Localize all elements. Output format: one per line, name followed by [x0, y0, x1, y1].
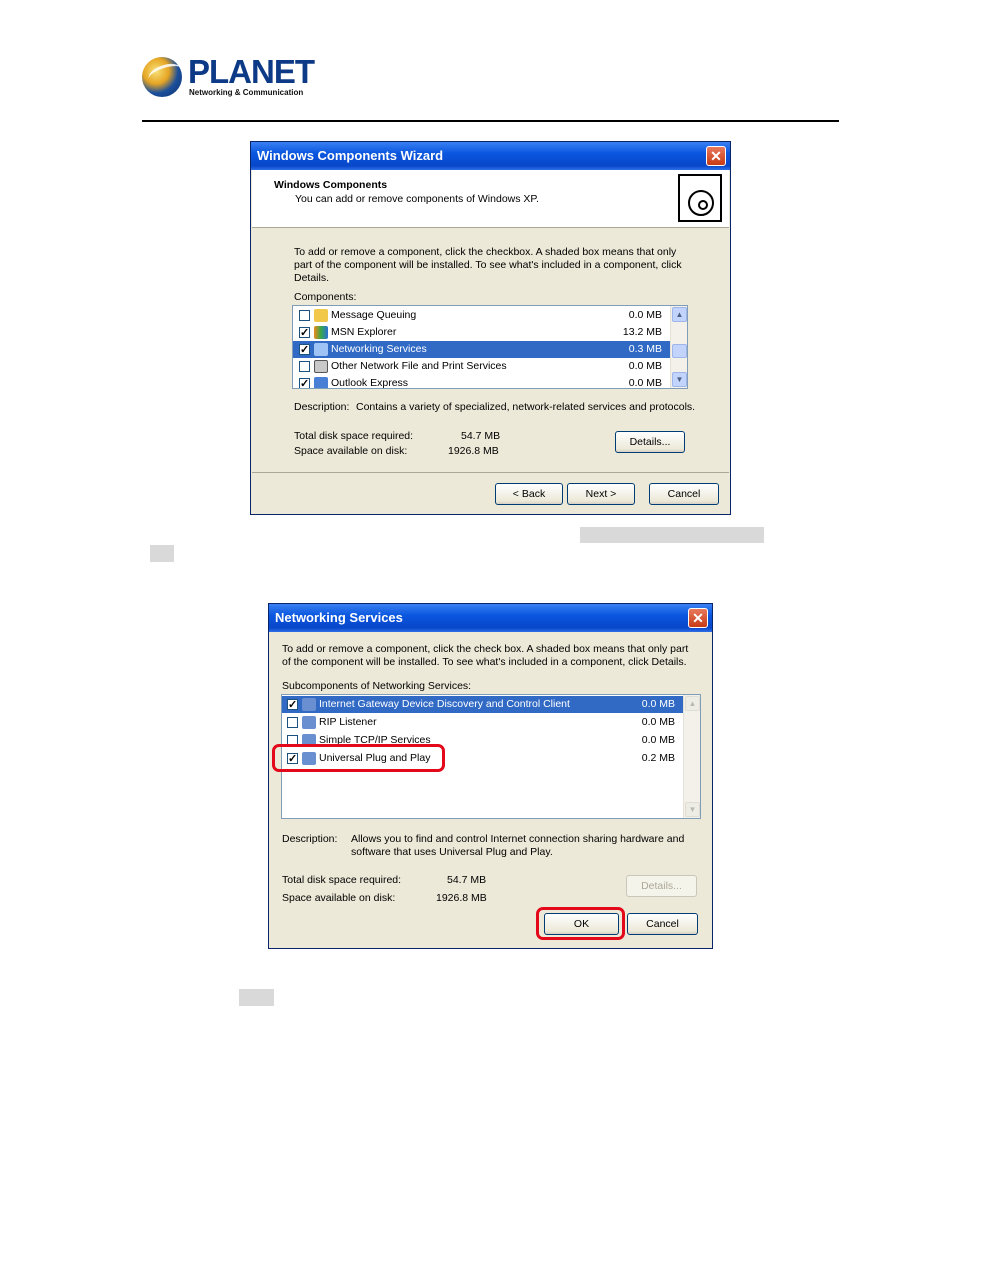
subcomponents-scrollbar[interactable]: ▲ ▼	[683, 695, 700, 818]
subcomponents-label: Subcomponents of Networking Services:	[282, 680, 472, 692]
subcomponent-checkbox[interactable]	[287, 697, 298, 714]
disk-available-label: Space available on disk:	[294, 445, 408, 457]
networking-instruction-line-1: To add or remove a component, click the …	[282, 643, 689, 655]
list-item[interactable]: Networking Services 0.3 MB	[293, 341, 670, 359]
cd-disc-icon	[688, 190, 714, 216]
component-checkbox[interactable]	[299, 376, 310, 388]
wizard-instruction-line-2: part of the component will be installed.…	[294, 259, 682, 271]
component-name: Message Queuing	[331, 309, 417, 321]
message-queuing-icon	[314, 309, 328, 322]
network-computer-icon	[302, 698, 316, 711]
brand-name: PLANET	[188, 53, 315, 90]
subcomponent-name: RIP Listener	[319, 716, 377, 728]
component-size: 0.0 MB	[628, 377, 662, 389]
redacted-text-block	[150, 545, 174, 562]
disk-available-value: 1926.8 MB	[448, 445, 499, 457]
disk-available-label: Space available on disk:	[282, 892, 396, 904]
networking-description-line-1: Allows you to find and control Internet …	[351, 833, 685, 845]
component-name: Outlook Express	[331, 377, 409, 389]
component-name: Other Network File and Print Services	[331, 360, 507, 372]
disk-required-value: 54.7 MB	[461, 430, 501, 442]
back-button[interactable]: < Back	[495, 483, 563, 505]
wizard-titlebar[interactable]: Windows Components Wizard ✕	[251, 142, 730, 170]
networking-services-dialog: Networking Services ✕ To add or remove a…	[268, 603, 713, 949]
network-computer-icon	[302, 716, 316, 729]
scroll-thumb[interactable]	[672, 344, 687, 358]
redacted-text-block	[239, 989, 274, 1006]
cancel-button[interactable]: Cancel	[649, 483, 719, 505]
component-checkbox[interactable]	[299, 310, 310, 321]
cancel-button[interactable]: Cancel	[627, 913, 698, 935]
components-list[interactable]: Message Queuing 0.0 MB MSN Explorer 13.2…	[292, 305, 688, 389]
components-label: Components:	[294, 291, 357, 303]
component-checkbox[interactable]	[299, 325, 310, 342]
networking-icon	[314, 343, 328, 356]
close-icon[interactable]: ✕	[706, 146, 726, 166]
wizard-button-divider	[252, 472, 729, 473]
planet-logo: PLANET Networking & Communication	[142, 53, 315, 101]
subcomponent-name: Internet Gateway Device Discovery and Co…	[319, 698, 570, 710]
component-name: MSN Explorer	[331, 326, 397, 338]
wizard-instruction-line-1: To add or remove a component, click the …	[294, 246, 677, 258]
list-item[interactable]: RIP Listener 0.0 MB	[282, 714, 683, 731]
msn-butterfly-icon	[314, 326, 328, 339]
subcomponent-size: 0.0 MB	[641, 734, 675, 746]
details-button[interactable]: Details...	[615, 431, 685, 453]
networking-description-line-2: software that uses Universal Plug and Pl…	[351, 846, 553, 858]
windows-components-wizard-dialog: Windows Components Wizard ✕ Windows Comp…	[250, 141, 731, 515]
component-name: Networking Services	[331, 343, 427, 355]
subcomponent-size: 0.0 MB	[641, 716, 675, 728]
networking-title: Networking Services	[275, 610, 403, 625]
networking-description-label: Description:	[282, 833, 338, 845]
highlight-universal-plug-and-play	[272, 744, 445, 772]
disk-required-value: 54.7 MB	[447, 874, 487, 886]
wizard-description: Contains a variety of specialized, netwo…	[356, 401, 696, 413]
scroll-up-icon[interactable]: ▲	[685, 696, 700, 711]
subcomponent-size: 0.0 MB	[641, 698, 675, 710]
components-scrollbar[interactable]: ▲ ▼	[670, 306, 687, 388]
disk-available-value: 1926.8 MB	[436, 892, 487, 904]
outlook-express-icon	[314, 377, 328, 388]
network-file-icon	[314, 360, 328, 373]
subcomponent-size: 0.2 MB	[641, 752, 675, 764]
list-item[interactable]: Internet Gateway Device Discovery and Co…	[282, 696, 683, 714]
components-box-icon	[678, 174, 722, 222]
wizard-title: Windows Components Wizard	[257, 148, 444, 163]
header-divider	[142, 120, 839, 122]
list-item[interactable]: Message Queuing 0.0 MB	[293, 307, 670, 324]
component-size: 0.3 MB	[628, 343, 662, 355]
wizard-description-label: Description:	[294, 401, 350, 413]
networking-titlebar[interactable]: Networking Services ✕	[269, 604, 712, 632]
wizard-heading: Windows Components	[274, 179, 388, 191]
highlight-ok-button	[536, 907, 625, 940]
redacted-text-block	[580, 527, 764, 543]
component-size: 0.0 MB	[628, 360, 662, 372]
component-size: 0.0 MB	[628, 309, 662, 321]
globe-icon	[142, 57, 182, 97]
component-checkbox[interactable]	[299, 361, 310, 372]
wizard-subheading: You can add or remove components of Wind…	[295, 193, 539, 205]
next-button[interactable]: Next >	[567, 483, 635, 505]
wizard-instruction-line-3: Details.	[294, 272, 330, 284]
list-item[interactable]: MSN Explorer 13.2 MB	[293, 324, 670, 342]
subcomponent-checkbox[interactable]	[287, 717, 298, 728]
scroll-down-icon[interactable]: ▼	[672, 372, 687, 387]
brand-tagline: Networking & Communication	[189, 88, 304, 97]
wizard-banner: Windows Components You can add or remove…	[252, 170, 729, 228]
list-item[interactable]: Outlook Express 0.0 MB	[293, 375, 670, 389]
scroll-up-icon[interactable]: ▲	[672, 307, 687, 322]
component-checkbox[interactable]	[299, 342, 310, 359]
component-size: 13.2 MB	[622, 326, 662, 338]
disk-required-label: Total disk space required:	[282, 874, 402, 886]
details-button[interactable]: Details...	[626, 875, 697, 897]
close-icon[interactable]: ✕	[688, 608, 708, 628]
networking-instruction-line-2: of the component will be installed. To s…	[282, 656, 687, 668]
list-item[interactable]: Other Network File and Print Services 0.…	[293, 358, 670, 375]
scroll-down-icon[interactable]: ▼	[685, 802, 700, 817]
disk-required-label: Total disk space required:	[294, 430, 414, 442]
